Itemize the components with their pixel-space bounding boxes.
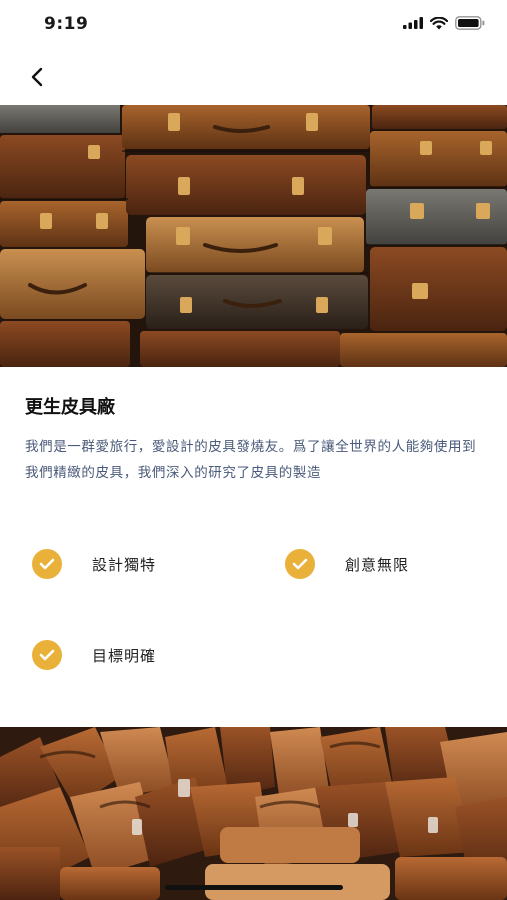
check-icon xyxy=(32,549,62,579)
feature-label: 目標明確 xyxy=(92,646,157,665)
feature-label: 設計獨特 xyxy=(92,555,157,574)
back-button[interactable] xyxy=(22,62,52,92)
battery-icon xyxy=(455,16,485,30)
chevron-left-icon xyxy=(31,67,43,87)
hero-image xyxy=(0,105,507,367)
suitcases-illustration xyxy=(0,105,507,367)
feature-item: 目標明確 xyxy=(32,640,156,670)
wifi-icon xyxy=(430,16,448,29)
check-icon xyxy=(32,640,62,670)
feature-label: 創意無限 xyxy=(345,555,410,574)
status-bar: 9:19 xyxy=(0,0,507,48)
section-title: 更生皮具廠 xyxy=(25,397,115,418)
home-indicator xyxy=(165,885,343,890)
leather-bags-illustration xyxy=(0,727,507,900)
status-time: 9:19 xyxy=(44,14,89,34)
cellular-signal-icon xyxy=(403,17,423,29)
bottom-image xyxy=(0,727,507,900)
section-description: 我們是一群愛旅行，愛設計的皮具發燒友。爲了讓全世界的人能夠使用到我們精緻的皮具，… xyxy=(25,439,477,481)
feature-item: 創意無限 xyxy=(285,549,409,579)
status-icons xyxy=(403,16,485,30)
check-icon xyxy=(285,549,315,579)
feature-item: 設計獨特 xyxy=(32,549,156,579)
